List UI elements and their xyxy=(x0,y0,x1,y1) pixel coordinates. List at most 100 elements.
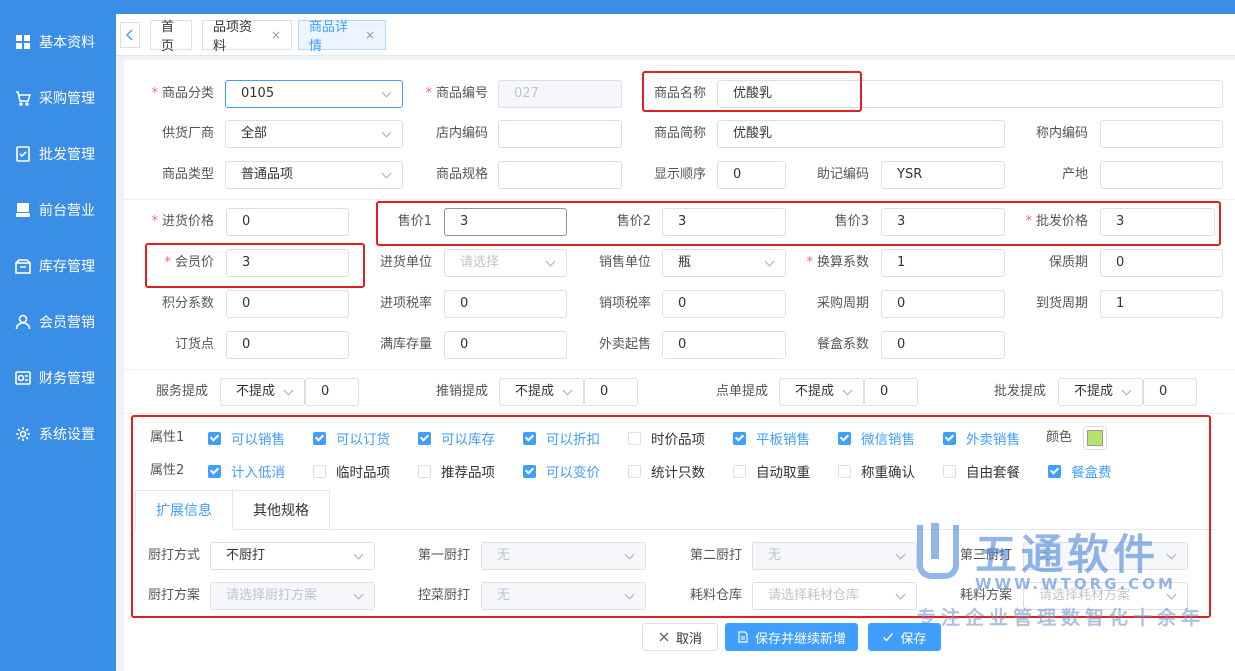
checkbox-can-stock[interactable]: 可以库存 xyxy=(418,428,495,448)
order-input[interactable]: 0 xyxy=(717,161,786,189)
name-input[interactable]: 优酸乳 xyxy=(717,80,1223,108)
checkbox-can-discount[interactable]: 可以折扣 xyxy=(523,428,600,448)
conversion-input[interactable]: 1 xyxy=(881,249,1005,277)
material-warehouse-select[interactable]: 请选择耗材仓库 xyxy=(752,582,917,610)
checkbox-temp-item[interactable]: 临时品项 xyxy=(313,461,390,481)
print-mode-label: 厨打方式 xyxy=(147,548,200,563)
purchase-cycle-input[interactable]: 0 xyxy=(881,290,1005,318)
top-bar xyxy=(0,0,1235,14)
cart-icon xyxy=(15,90,31,106)
divider xyxy=(124,369,1235,370)
checkbox-count-only[interactable]: 统计只数 xyxy=(628,461,705,481)
checkbox-min-charge[interactable]: 计入低消 xyxy=(208,461,285,481)
wholesale-price-input[interactable]: 3 xyxy=(1100,208,1215,236)
store-code-label: 店内编码 xyxy=(435,126,488,141)
chevron-left-icon[interactable] xyxy=(120,22,140,48)
type-label: 商品类型 xyxy=(161,167,214,182)
sales-unit-select[interactable]: 瓶 xyxy=(662,249,786,277)
sidebar-item-settings[interactable]: 系统设置 xyxy=(0,414,116,454)
order-commission-select[interactable]: 不提成 xyxy=(779,378,864,406)
checkbox-takeout-sales[interactable]: 外卖销售 xyxy=(943,428,1020,448)
tab-home[interactable]: 首页 xyxy=(150,20,192,54)
checkbox-tablet-sales[interactable]: 平板销售 xyxy=(733,428,810,448)
checkbox-variable-price[interactable]: 可以变价 xyxy=(523,461,600,481)
checkbox-can-order[interactable]: 可以订货 xyxy=(313,428,390,448)
color-swatch xyxy=(1087,430,1103,446)
document-icon xyxy=(738,631,748,643)
mnemonic-input[interactable]: YSR xyxy=(881,161,1005,189)
checkbox-market-price[interactable]: 时价品项 xyxy=(628,428,705,448)
print-mode-select[interactable]: 不厨打 xyxy=(210,542,375,570)
sidebar-item-front-desk[interactable]: 前台营业 xyxy=(0,190,116,230)
type-select[interactable]: 普通品项 xyxy=(225,161,403,189)
close-icon[interactable]: × xyxy=(365,28,375,42)
code-input[interactable]: 027 xyxy=(498,80,622,108)
checkbox-can-sell[interactable]: 可以销售 xyxy=(208,428,285,448)
print-plan-select[interactable]: 请选择厨打方案 xyxy=(210,582,375,610)
tab-other-specs[interactable]: 其他规格 xyxy=(232,490,330,530)
material-plan-label: 耗料方案 xyxy=(959,588,1012,603)
second-printer-select[interactable]: 无 xyxy=(752,542,917,570)
promo-commission-select[interactable]: 不提成 xyxy=(499,378,584,406)
output-tax-input[interactable]: 0 xyxy=(662,290,786,318)
price2-input[interactable]: 3 xyxy=(662,208,786,236)
sidebar-item-label: 前台营业 xyxy=(39,203,95,219)
material-plan-select[interactable]: 请选择耗材方案 xyxy=(1023,582,1188,610)
third-printer-select[interactable]: 无 xyxy=(1023,542,1188,570)
color-picker[interactable] xyxy=(1083,426,1107,450)
supplier-select[interactable]: 全部 xyxy=(225,120,403,148)
store-code-input[interactable] xyxy=(498,120,622,148)
save-and-new-button[interactable]: 保存并继续新增 xyxy=(725,623,858,651)
checkbox-auto-weigh[interactable]: 自动取重 xyxy=(733,461,810,481)
tab-extended-info[interactable]: 扩展信息 xyxy=(135,490,233,530)
wholesale-commission-input[interactable]: 0 xyxy=(1143,378,1197,406)
service-commission-input[interactable]: 0 xyxy=(305,378,359,406)
service-commission-label: 服务提成 xyxy=(155,384,208,399)
price3-input[interactable]: 3 xyxy=(881,208,1005,236)
cancel-button[interactable]: 取消 xyxy=(642,623,718,651)
promo-commission-input[interactable]: 0 xyxy=(584,378,638,406)
order-commission-input[interactable]: 0 xyxy=(864,378,918,406)
sidebar-item-wholesale[interactable]: 批发管理 xyxy=(0,134,116,174)
price1-input[interactable]: 3 xyxy=(444,208,567,236)
wholesale-commission-select[interactable]: 不提成 xyxy=(1058,378,1143,406)
first-printer-select[interactable]: 无 xyxy=(481,542,646,570)
checkbox-recommended[interactable]: 推荐品项 xyxy=(418,461,495,481)
sidebar-item-basic-data[interactable]: 基本资料 xyxy=(0,22,116,62)
tab-product-detail[interactable]: 商品详情 × xyxy=(298,20,386,54)
points-input[interactable]: 0 xyxy=(226,290,349,318)
spec-input[interactable] xyxy=(498,161,622,189)
category-select[interactable]: 0105 xyxy=(225,80,403,108)
purchase-price-input[interactable]: 0 xyxy=(226,208,349,236)
takeout-min-input[interactable]: 0 xyxy=(662,331,786,359)
origin-input[interactable] xyxy=(1100,161,1223,189)
sidebar-item-inventory[interactable]: 库存管理 xyxy=(0,246,116,286)
checkbox-free-combo[interactable]: 自由套餐 xyxy=(943,461,1020,481)
member-price-input[interactable]: 3 xyxy=(226,249,349,277)
tab-item-data[interactable]: 品项资料 × xyxy=(202,20,292,54)
third-printer-label: 第三厨打 xyxy=(959,548,1012,563)
sidebar-item-purchase[interactable]: 采购管理 xyxy=(0,78,116,118)
checkbox-wechat-sales[interactable]: 微信销售 xyxy=(838,428,915,448)
finance-icon xyxy=(15,370,31,386)
sales-unit-label: 销售单位 xyxy=(598,255,651,270)
checkbox-weigh-confirm[interactable]: 称重确认 xyxy=(838,461,915,481)
box-coef-input[interactable]: 0 xyxy=(881,331,1005,359)
reorder-input[interactable]: 0 xyxy=(226,331,349,359)
control-printer-select[interactable]: 无 xyxy=(481,582,646,610)
shelf-life-input[interactable]: 0 xyxy=(1100,249,1223,277)
service-commission-select[interactable]: 不提成 xyxy=(220,378,305,406)
points-label: 积分系数 xyxy=(161,296,214,311)
save-button[interactable]: 保存 xyxy=(868,623,941,651)
sidebar-item-member[interactable]: 会员营销 xyxy=(0,302,116,342)
arrival-cycle-input[interactable]: 1 xyxy=(1100,290,1223,318)
short-name-input[interactable]: 优酸乳 xyxy=(717,120,1005,148)
input-tax-input[interactable]: 0 xyxy=(444,290,567,318)
checkbox-box-fee[interactable]: 餐盒费 xyxy=(1048,461,1112,481)
close-icon[interactable]: × xyxy=(271,28,281,42)
full-stock-input[interactable]: 0 xyxy=(444,331,567,359)
sidebar-item-finance[interactable]: 财务管理 xyxy=(0,358,116,398)
purchase-unit-select[interactable]: 请选择 xyxy=(444,249,567,277)
wholesale-price-label: * 批发价格 xyxy=(1025,214,1088,229)
scale-code-input[interactable] xyxy=(1100,120,1223,148)
